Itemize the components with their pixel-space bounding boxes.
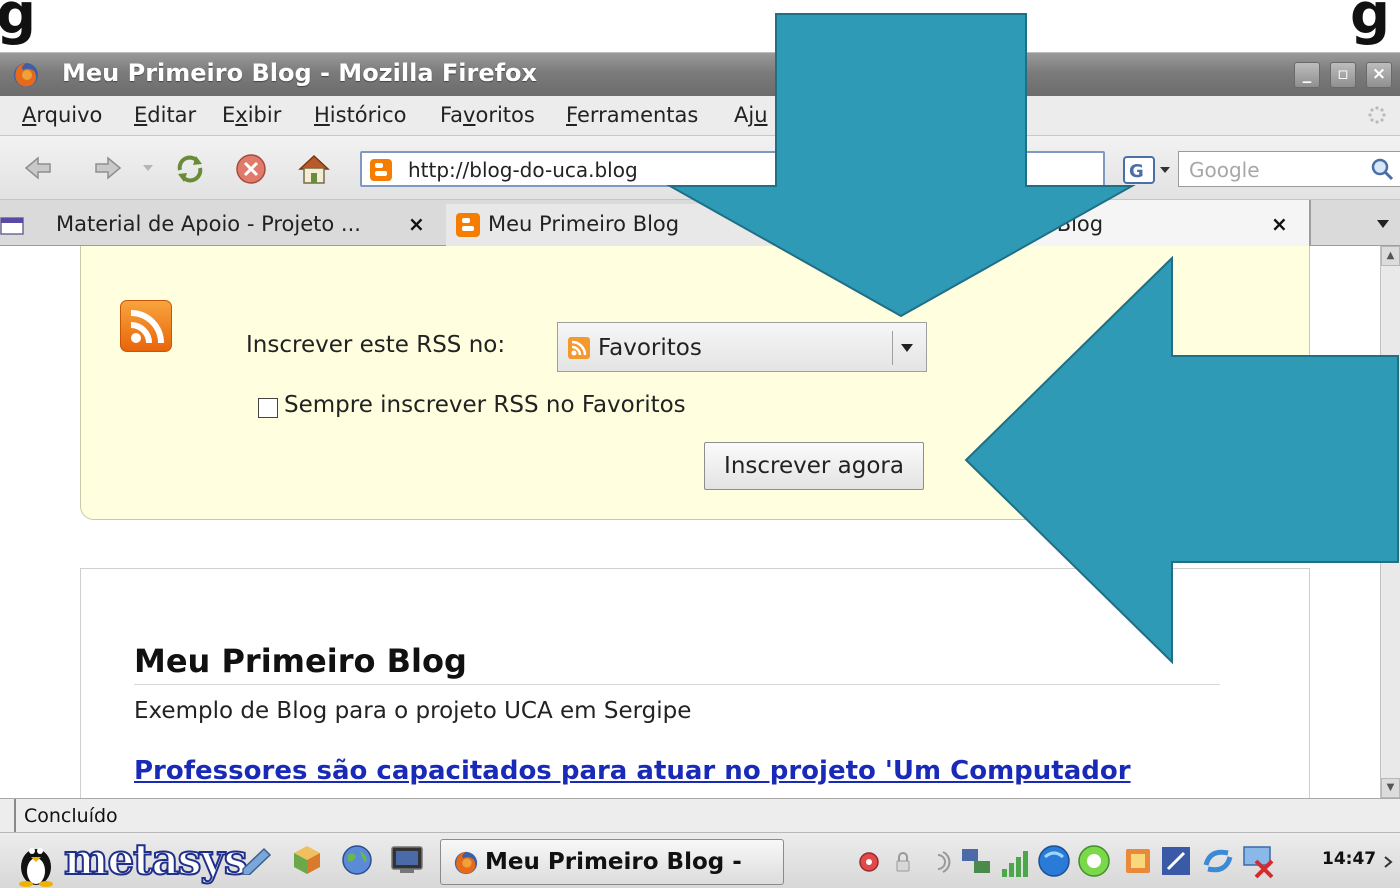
tab-label: ro Blog	[1029, 212, 1104, 236]
feed-reader-value: Favoritos	[598, 335, 702, 361]
svg-text:G: G	[1129, 161, 1144, 182]
taskbar-window-button[interactable]: Meu Primeiro Blog -	[440, 839, 784, 885]
navigation-toolbar: http://blog-do-uca.blog G Google	[0, 136, 1400, 200]
close-icon[interactable]: ×	[408, 212, 425, 236]
taskbar-window-label: Meu Primeiro Blog -	[485, 849, 742, 875]
globe-launcher-icon[interactable]	[340, 843, 374, 877]
home-icon[interactable]	[296, 152, 332, 186]
menu-historico[interactable]: Histórico	[314, 103, 407, 127]
status-text: Concluído	[24, 805, 118, 827]
metasys-logo-text: metasys	[63, 834, 248, 885]
volume-icon[interactable]	[926, 849, 956, 875]
firefox-icon	[14, 63, 38, 87]
subscribe-now-button[interactable]: Inscrever agora	[704, 442, 924, 490]
slide-title-fragment: g	[1350, 0, 1391, 47]
calendar-favicon-icon	[0, 217, 24, 235]
always-subscribe-label: Sempre inscrever RSS no Favoritos	[284, 392, 686, 418]
rss-subscribe-panel	[80, 246, 1310, 520]
terminal-launcher-icon[interactable]	[390, 845, 424, 875]
tux-penguin-icon	[19, 848, 53, 887]
scroll-down-button[interactable]: ▼	[1381, 778, 1400, 798]
blog-title: Meu Primeiro Blog	[134, 642, 467, 680]
chevron-down-icon	[901, 344, 913, 352]
minimize-button[interactable]: _	[1294, 62, 1320, 88]
page-content: Inscrever este RSS no: Favoritos Sempre …	[0, 246, 1380, 798]
scroll-up-button[interactable]: ▲	[1381, 246, 1400, 266]
maximize-button[interactable]: ▫	[1330, 62, 1356, 88]
menu-favoritos[interactable]: Favoritos	[440, 103, 535, 127]
back-icon[interactable]	[22, 152, 54, 184]
search-input[interactable]: Google	[1178, 151, 1400, 187]
network-icon[interactable]	[960, 845, 994, 879]
vertical-scrollbar[interactable]: ▲ ▼	[1380, 246, 1400, 798]
search-icon[interactable]	[1369, 156, 1395, 182]
signal-strength-icon	[1002, 851, 1028, 877]
slide-header-strip: g g	[0, 0, 1400, 52]
close-icon[interactable]: ×	[1271, 212, 1288, 236]
subscribe-label: Inscrever este RSS no:	[246, 332, 506, 358]
blogger-icon	[456, 213, 480, 237]
tab-bar: Material de Apoio - Projeto ... × Meu Pr…	[0, 200, 1400, 246]
activity-throbber-icon	[1368, 106, 1386, 124]
forward-icon[interactable]	[92, 152, 124, 184]
tab-list-button[interactable]	[1310, 200, 1400, 246]
divider	[14, 799, 16, 833]
edit-launcher-icon[interactable]	[240, 845, 274, 875]
reload-icon[interactable]	[172, 152, 208, 186]
url-text: http://blog-do-uca.blog	[408, 158, 638, 182]
always-subscribe-checkbox[interactable]	[258, 398, 278, 418]
package-launcher-icon[interactable]	[290, 843, 324, 877]
blog-description: Exemplo de Blog para o projeto UCA em Se…	[134, 698, 692, 724]
tab-label: Material de Apoio - Projeto ...	[56, 212, 361, 236]
menu-bar: Arquivo Editar Exibir Histórico Favorito…	[0, 96, 1400, 136]
clock: 14:47	[1322, 849, 1377, 869]
tab-active-blog[interactable]: ro Blog ×	[948, 200, 1310, 246]
blogger-icon	[370, 159, 392, 181]
menu-exibir[interactable]: Exibir	[222, 103, 281, 127]
menu-ferramentas[interactable]: Ferramentas	[566, 103, 698, 127]
menu-editar[interactable]: Editar	[134, 103, 196, 127]
lock-icon	[896, 852, 910, 872]
sync-globe-icon[interactable]	[1036, 843, 1072, 879]
feed-reader-select[interactable]: Favoritos	[557, 322, 927, 372]
rss-icon	[568, 337, 590, 359]
chevron-right-icon[interactable]	[1382, 855, 1394, 869]
status-bar: Concluído	[0, 798, 1400, 833]
firefox-icon	[454, 851, 478, 875]
history-dropdown-icon[interactable]	[140, 160, 156, 176]
update-manager-icon[interactable]	[1124, 847, 1152, 875]
refresh-tray-icon[interactable]	[1200, 843, 1236, 879]
network-disconnected-icon[interactable]	[1240, 843, 1278, 879]
close-window-button[interactable]: ×	[1366, 62, 1392, 88]
menu-arquivo[interactable]: Arquivo	[22, 103, 102, 127]
record-icon[interactable]	[858, 851, 880, 873]
chevron-down-icon	[1377, 220, 1389, 228]
tab-meu-primeiro-blog[interactable]: Meu Primeiro Blog	[446, 204, 946, 246]
rss-icon	[120, 300, 172, 352]
taskbar: metasys Meu Primeiro Blog - 14:47	[0, 832, 1400, 888]
url-bar[interactable]: http://blog-do-uca.blog	[360, 151, 1105, 187]
tab-material-de-apoio[interactable]: Material de Apoio - Projeto ... ×	[0, 204, 438, 246]
search-engine-selector-icon[interactable]: G	[1118, 153, 1178, 187]
tab-label: Meu Primeiro Blog	[488, 212, 680, 236]
menu-ajuda[interactable]: Aju	[734, 103, 768, 127]
post-title-link[interactable]: Professores são capacitados para atuar n…	[134, 756, 1131, 786]
stop-icon[interactable]	[234, 152, 268, 186]
window-title-bar: Meu Primeiro Blog - Mozilla Firefox _ ▫ …	[0, 52, 1400, 96]
dropdown-button[interactable]	[892, 331, 920, 365]
slide-title-fragment: g	[0, 0, 37, 47]
window-title: Meu Primeiro Blog - Mozilla Firefox	[62, 59, 538, 87]
metasys-start-button[interactable]: metasys	[8, 833, 248, 888]
divider	[134, 684, 1220, 685]
workspace-switcher-icon[interactable]	[1160, 845, 1192, 877]
messenger-icon[interactable]	[1076, 843, 1112, 879]
